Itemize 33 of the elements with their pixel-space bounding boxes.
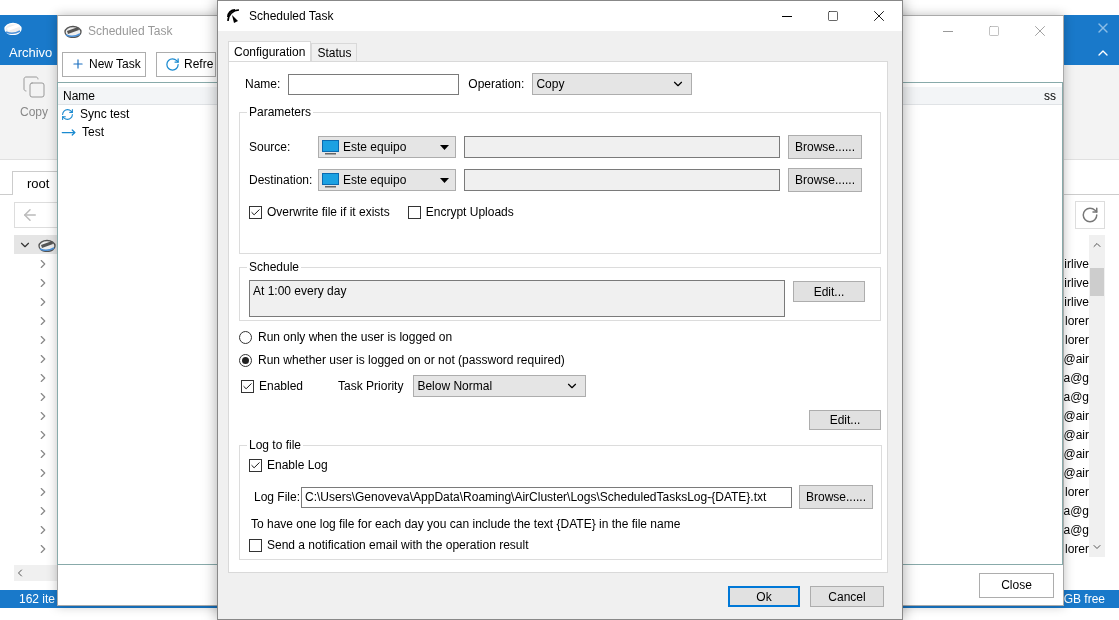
- list-cell: lorer: [1065, 313, 1089, 328]
- field-label: Log File:: [254, 490, 301, 504]
- list-cell: @air: [1063, 408, 1089, 423]
- field-label: Destination:: [249, 173, 314, 187]
- list-cell: @air: [1063, 465, 1089, 480]
- list-cell: lorer: [1065, 332, 1089, 347]
- field-label: Task Priority: [338, 379, 404, 393]
- schedule-field: At 1:00 every day: [249, 280, 785, 317]
- list-cell: irlive: [1064, 256, 1089, 271]
- status-text: 162 ite: [19, 592, 56, 606]
- list-cell: irlive: [1064, 294, 1089, 309]
- group-title: Log to file: [248, 438, 303, 452]
- hint-text: To have one log file for each day you can include the text {DATE} in the file name: [251, 517, 682, 531]
- field-label: Source:: [249, 140, 292, 154]
- list-cell: @air: [1063, 351, 1089, 366]
- field-label: Name:: [245, 77, 281, 91]
- window-title: Scheduled Task: [88, 24, 173, 38]
- list-cell: a@g: [1063, 522, 1089, 537]
- list-cell: lorer: [1065, 484, 1089, 499]
- list-cell: a@g: [1063, 503, 1089, 518]
- group-title: Schedule: [248, 260, 301, 274]
- list-cell: irlive: [1064, 275, 1089, 290]
- field-label: Operation:: [468, 77, 525, 91]
- list-cell: lorer: [1065, 541, 1089, 556]
- free-space-text: GB free: [1063, 592, 1105, 606]
- task-name: Test: [82, 125, 104, 139]
- list-cell: a@g: [1063, 389, 1089, 404]
- dialog-title: Scheduled Task: [249, 9, 334, 23]
- list-cell: a@g: [1063, 370, 1089, 385]
- list-cell: @air: [1063, 427, 1089, 442]
- task-name: Sync test: [80, 107, 130, 121]
- list-cell: @air: [1063, 446, 1089, 461]
- group-title: Parameters: [248, 105, 313, 119]
